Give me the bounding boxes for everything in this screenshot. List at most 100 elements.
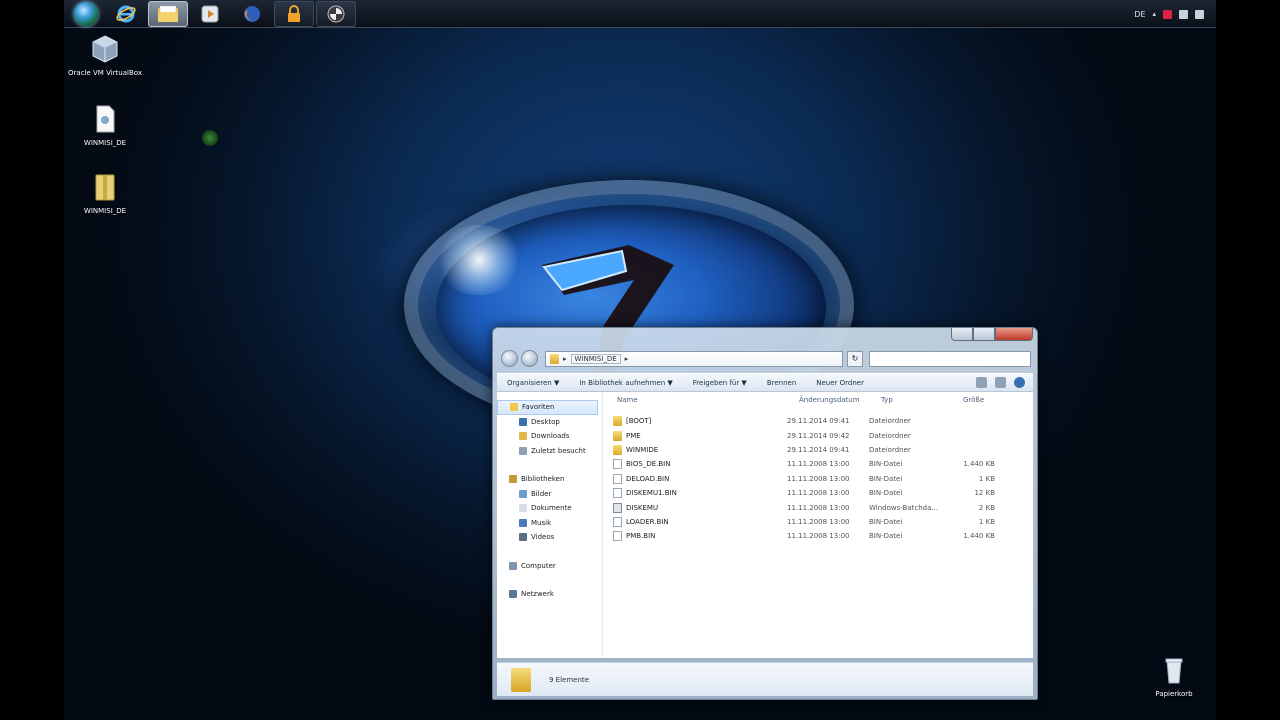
speaker-icon[interactable] <box>1195 9 1204 19</box>
nav-network[interactable]: Netzwerk <box>497 587 602 602</box>
table-row[interactable]: WINMIDE 29.11.2014 09:41 Dateiordner <box>609 443 1033 457</box>
forward-button[interactable] <box>521 350 538 367</box>
column-size[interactable]: Größe <box>955 396 999 404</box>
tray-expand-icon[interactable]: ▴ <box>1152 10 1156 18</box>
file-date: 29.11.2014 09:41 <box>787 417 850 426</box>
nav-label: Bilder <box>531 489 552 498</box>
taskbar-media-player[interactable] <box>190 1 230 27</box>
desktop-icon-winmisi-folder[interactable]: WINMISI_DE <box>65 172 145 215</box>
new-folder-button[interactable]: Neuer Ordner <box>816 379 864 387</box>
nav-music[interactable]: Musik <box>497 516 602 531</box>
file-type: BIN-Datei <box>869 474 903 483</box>
file-name-cell: [BOOT] <box>609 416 787 427</box>
table-row[interactable]: BIOS_DE.BIN 11.11.2008 13:00 BIN-Datei 1.44… <box>609 457 1033 471</box>
taskbar-firefox[interactable] <box>232 1 272 27</box>
nav-desktop[interactable]: Desktop <box>497 415 602 430</box>
navigation-bar: ▸ WINMISI_DE ▸ ↻ <box>499 348 1031 368</box>
back-button[interactable] <box>501 350 518 367</box>
column-type[interactable]: Typ <box>873 396 955 404</box>
desktop-icon-winmisi-file[interactable]: WINMISI_DE <box>65 104 145 147</box>
virtualbox-icon <box>92 35 118 63</box>
table-row[interactable]: DISKEMU 11.11.2008 13:00 Windows-Batchda..… <box>609 500 1033 514</box>
breadcrumb-item[interactable]: WINMISI_DE <box>570 354 621 364</box>
table-row[interactable]: DELOAD.BIN 11.11.2008 13:00 BIN-Datei 1 KB <box>609 472 1033 486</box>
file-type: Dateiordner <box>869 417 911 426</box>
file-date: 11.11.2008 13:00 <box>787 460 850 469</box>
taskbar-virtualbox-vm[interactable] <box>316 1 356 27</box>
address-bar[interactable]: ▸ WINMISI_DE ▸ <box>545 351 843 367</box>
file-name: BIOS_DE.BIN <box>626 460 671 469</box>
burn-button[interactable]: Brennen <box>767 379 796 387</box>
network-icon[interactable] <box>1179 9 1188 19</box>
taskbar-internet-explorer[interactable] <box>106 1 146 27</box>
close-button[interactable] <box>995 328 1033 341</box>
share-with-button[interactable]: Freigeben für ▼ <box>693 379 747 387</box>
media-player-icon <box>201 5 219 23</box>
desktop-icon-recycle-bin[interactable]: Papierkorb <box>1134 655 1214 698</box>
system-tray: DE ▴ <box>1134 0 1216 28</box>
file-date: 11.11.2008 13:00 <box>787 474 850 483</box>
taskbar-explorer[interactable] <box>148 1 188 27</box>
nav-computer[interactable]: Computer <box>497 559 602 574</box>
lock-icon <box>288 5 300 22</box>
music-icon <box>519 518 527 527</box>
file-name: LOADER.BIN <box>626 517 669 526</box>
table-row[interactable]: PME 29.11.2014 09:42 Dateiordner <box>609 428 1033 442</box>
nav-label: Musik <box>531 518 552 527</box>
file-size: 1.440 KB <box>963 532 995 541</box>
explorer-window[interactable]: ▸ WINMISI_DE ▸ ↻ Organisieren ▼ In Bibli… <box>492 327 1038 700</box>
nav-videos[interactable]: Videos <box>497 530 602 545</box>
minimize-button[interactable] <box>951 328 973 341</box>
file-icon <box>613 488 622 499</box>
nav-pictures[interactable]: Bilder <box>497 487 602 502</box>
file-size: 1 KB <box>978 517 995 526</box>
file-name: PME <box>626 431 641 440</box>
help-icon[interactable] <box>1014 377 1025 388</box>
nav-label: Bibliotheken <box>521 475 565 484</box>
table-row[interactable]: [BOOT] 29.11.2014 09:41 Dateiordner <box>609 414 1033 428</box>
file-date: 11.11.2008 13:00 <box>787 532 850 541</box>
item-count: 9 Elemente <box>549 675 589 684</box>
table-row[interactable]: PMB.BIN 11.11.2008 13:00 BIN-Datei 1.440 KB <box>609 529 1033 543</box>
table-row[interactable]: DISKEMU1.BIN 11.11.2008 13:00 BIN-Datei 12 … <box>609 486 1033 500</box>
breadcrumb-separator-icon: ▸ <box>563 355 567 363</box>
refresh-button[interactable]: ↻ <box>847 351 863 367</box>
recycle-bin-icon <box>1165 658 1183 684</box>
nav-label: Favoriten <box>522 403 555 412</box>
start-button[interactable] <box>66 1 106 27</box>
taskbar-lock-app[interactable] <box>274 1 314 27</box>
file-type: BIN-Datei <box>869 532 903 541</box>
maximize-button[interactable] <box>973 328 995 341</box>
downloads-icon <box>519 432 527 441</box>
language-indicator[interactable]: DE <box>1134 10 1145 19</box>
file-name: DISKEMU1.BIN <box>626 489 677 498</box>
nav-recent[interactable]: Zuletzt besucht <box>497 444 602 459</box>
file-date: 29.11.2014 09:41 <box>787 445 850 454</box>
file-type: BIN-Datei <box>869 460 903 469</box>
file-name: DISKEMU <box>626 503 659 512</box>
column-date[interactable]: Änderungsdatum <box>791 396 873 404</box>
file-size: 1.440 KB <box>963 460 995 469</box>
nav-downloads[interactable]: Downloads <box>497 429 602 444</box>
documents-icon <box>519 504 527 513</box>
preview-pane-icon[interactable] <box>995 377 1006 388</box>
nav-documents[interactable]: Dokumente <box>497 501 602 516</box>
nav-libraries[interactable]: Bibliotheken <box>497 472 602 487</box>
breadcrumb-chevron-icon[interactable]: ▸ <box>625 355 629 363</box>
wallpaper-green-dot <box>202 130 218 146</box>
file-type: Dateiordner <box>869 445 911 454</box>
nav-favorites[interactable]: Favoriten <box>497 400 598 415</box>
zip-folder-icon <box>95 174 115 201</box>
desktop-icon-virtualbox[interactable]: Oracle VM VirtualBox <box>65 34 145 77</box>
file-type: Dateiordner <box>869 431 911 440</box>
include-in-library-button[interactable]: In Bibliothek aufnehmen ▼ <box>579 379 672 387</box>
organize-button[interactable]: Organisieren ▼ <box>507 379 559 387</box>
search-input[interactable] <box>869 351 1031 367</box>
column-name[interactable]: Name <box>609 396 791 404</box>
details-pane: 9 Elemente <box>497 662 1033 696</box>
file-name-cell: DISKEMU1.BIN <box>609 488 787 499</box>
action-center-icon[interactable] <box>1163 9 1172 19</box>
nav-label: Videos <box>531 533 555 542</box>
view-options-icon[interactable] <box>976 377 987 388</box>
table-row[interactable]: LOADER.BIN 11.11.2008 13:00 BIN-Datei 1 KB <box>609 515 1033 529</box>
